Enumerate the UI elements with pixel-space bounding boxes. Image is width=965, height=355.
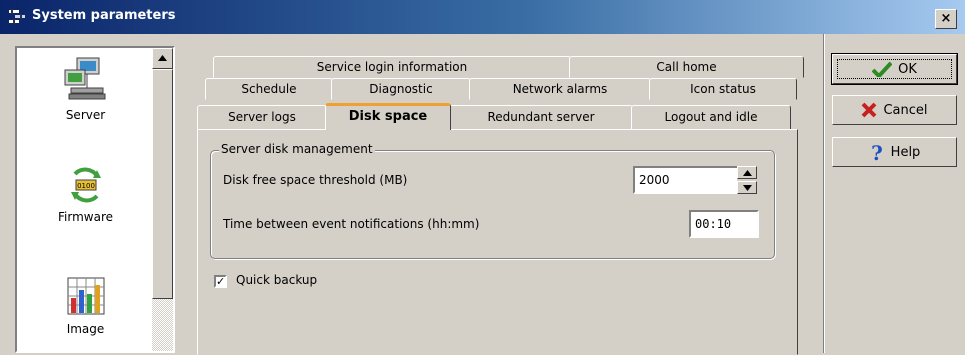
window-title: System parameters: [32, 8, 176, 23]
svg-text:0100: 0100: [77, 182, 95, 190]
focus-rect: [837, 59, 952, 79]
notification-time-input[interactable]: 00:10: [689, 210, 759, 238]
tab-call-home[interactable]: Call home: [569, 56, 804, 78]
tab-logout-and-idle[interactable]: Logout and idle: [631, 105, 791, 130]
divider-highlight: [824, 34, 825, 353]
tab-service-login-information[interactable]: Service login information: [213, 56, 571, 78]
nav-item-image[interactable]: Image: [17, 276, 154, 336]
notification-label: Time between event notifications (hh:mm): [223, 217, 480, 231]
threshold-spin-input[interactable]: 2000: [633, 166, 739, 194]
nav-item-server[interactable]: Server: [17, 56, 154, 122]
svg-text:?: ?: [871, 142, 883, 162]
question-mark-icon: ?: [871, 142, 883, 162]
tab-diagnostic[interactable]: Diagnostic: [331, 78, 471, 100]
nav-label-firmware: Firmware: [58, 210, 113, 224]
category-scrollbar[interactable]: [152, 48, 173, 351]
scroll-thumb[interactable]: [152, 69, 173, 299]
close-button[interactable]: ×: [935, 9, 957, 29]
nav-label-server: Server: [65, 108, 106, 122]
arrow-down-icon: [742, 184, 752, 191]
quick-backup-checkbox[interactable]: ✓: [214, 275, 227, 288]
server-icon: [64, 57, 105, 100]
tab-control: Service login information Call home Sche…: [177, 46, 820, 355]
help-label: Help: [890, 144, 921, 160]
tab-icon-status[interactable]: Icon status: [649, 78, 797, 100]
spin-down-button[interactable]: [737, 181, 757, 194]
tab-server-logs[interactable]: Server logs: [197, 105, 327, 130]
server-disk-management-group: Server disk management Disk free space t…: [210, 142, 775, 259]
nav-label-image: Image: [66, 322, 105, 336]
nav-item-firmware[interactable]: 0100 Firmware: [17, 166, 154, 224]
disk-space-panel: Server disk management Disk free space t…: [197, 129, 798, 355]
tab-schedule[interactable]: Schedule: [205, 78, 333, 100]
category-list: Server 0100 Firmware Image: [15, 46, 175, 353]
threshold-label: Disk free space threshold (MB): [223, 173, 408, 187]
title-bar: System parameters ×: [0, 0, 965, 34]
quick-backup-label: Quick backup: [236, 273, 318, 287]
threshold-spinner[interactable]: [737, 166, 757, 194]
dialog-client: Server 0100 Firmware Image Service login…: [0, 34, 965, 355]
settings-window-icon: [9, 9, 25, 24]
help-button[interactable]: ? Help: [832, 137, 957, 167]
tab-redundant-server[interactable]: Redundant server: [449, 105, 633, 130]
tab-disk-space[interactable]: Disk space: [325, 103, 451, 130]
tab-network-alarms[interactable]: Network alarms: [469, 78, 651, 100]
x-mark-icon: [862, 102, 877, 118]
ok-button[interactable]: OK: [831, 53, 958, 85]
scroll-up-button[interactable]: [152, 48, 173, 69]
image-chart-icon: [67, 277, 104, 315]
arrow-up-icon: [742, 169, 752, 176]
spin-up-button[interactable]: [737, 166, 757, 179]
group-title: Server disk management: [219, 142, 375, 156]
arrow-up-icon: [158, 55, 167, 61]
firmware-icon: 0100: [70, 167, 101, 203]
cancel-button[interactable]: Cancel: [832, 95, 957, 125]
cancel-label: Cancel: [883, 102, 928, 118]
